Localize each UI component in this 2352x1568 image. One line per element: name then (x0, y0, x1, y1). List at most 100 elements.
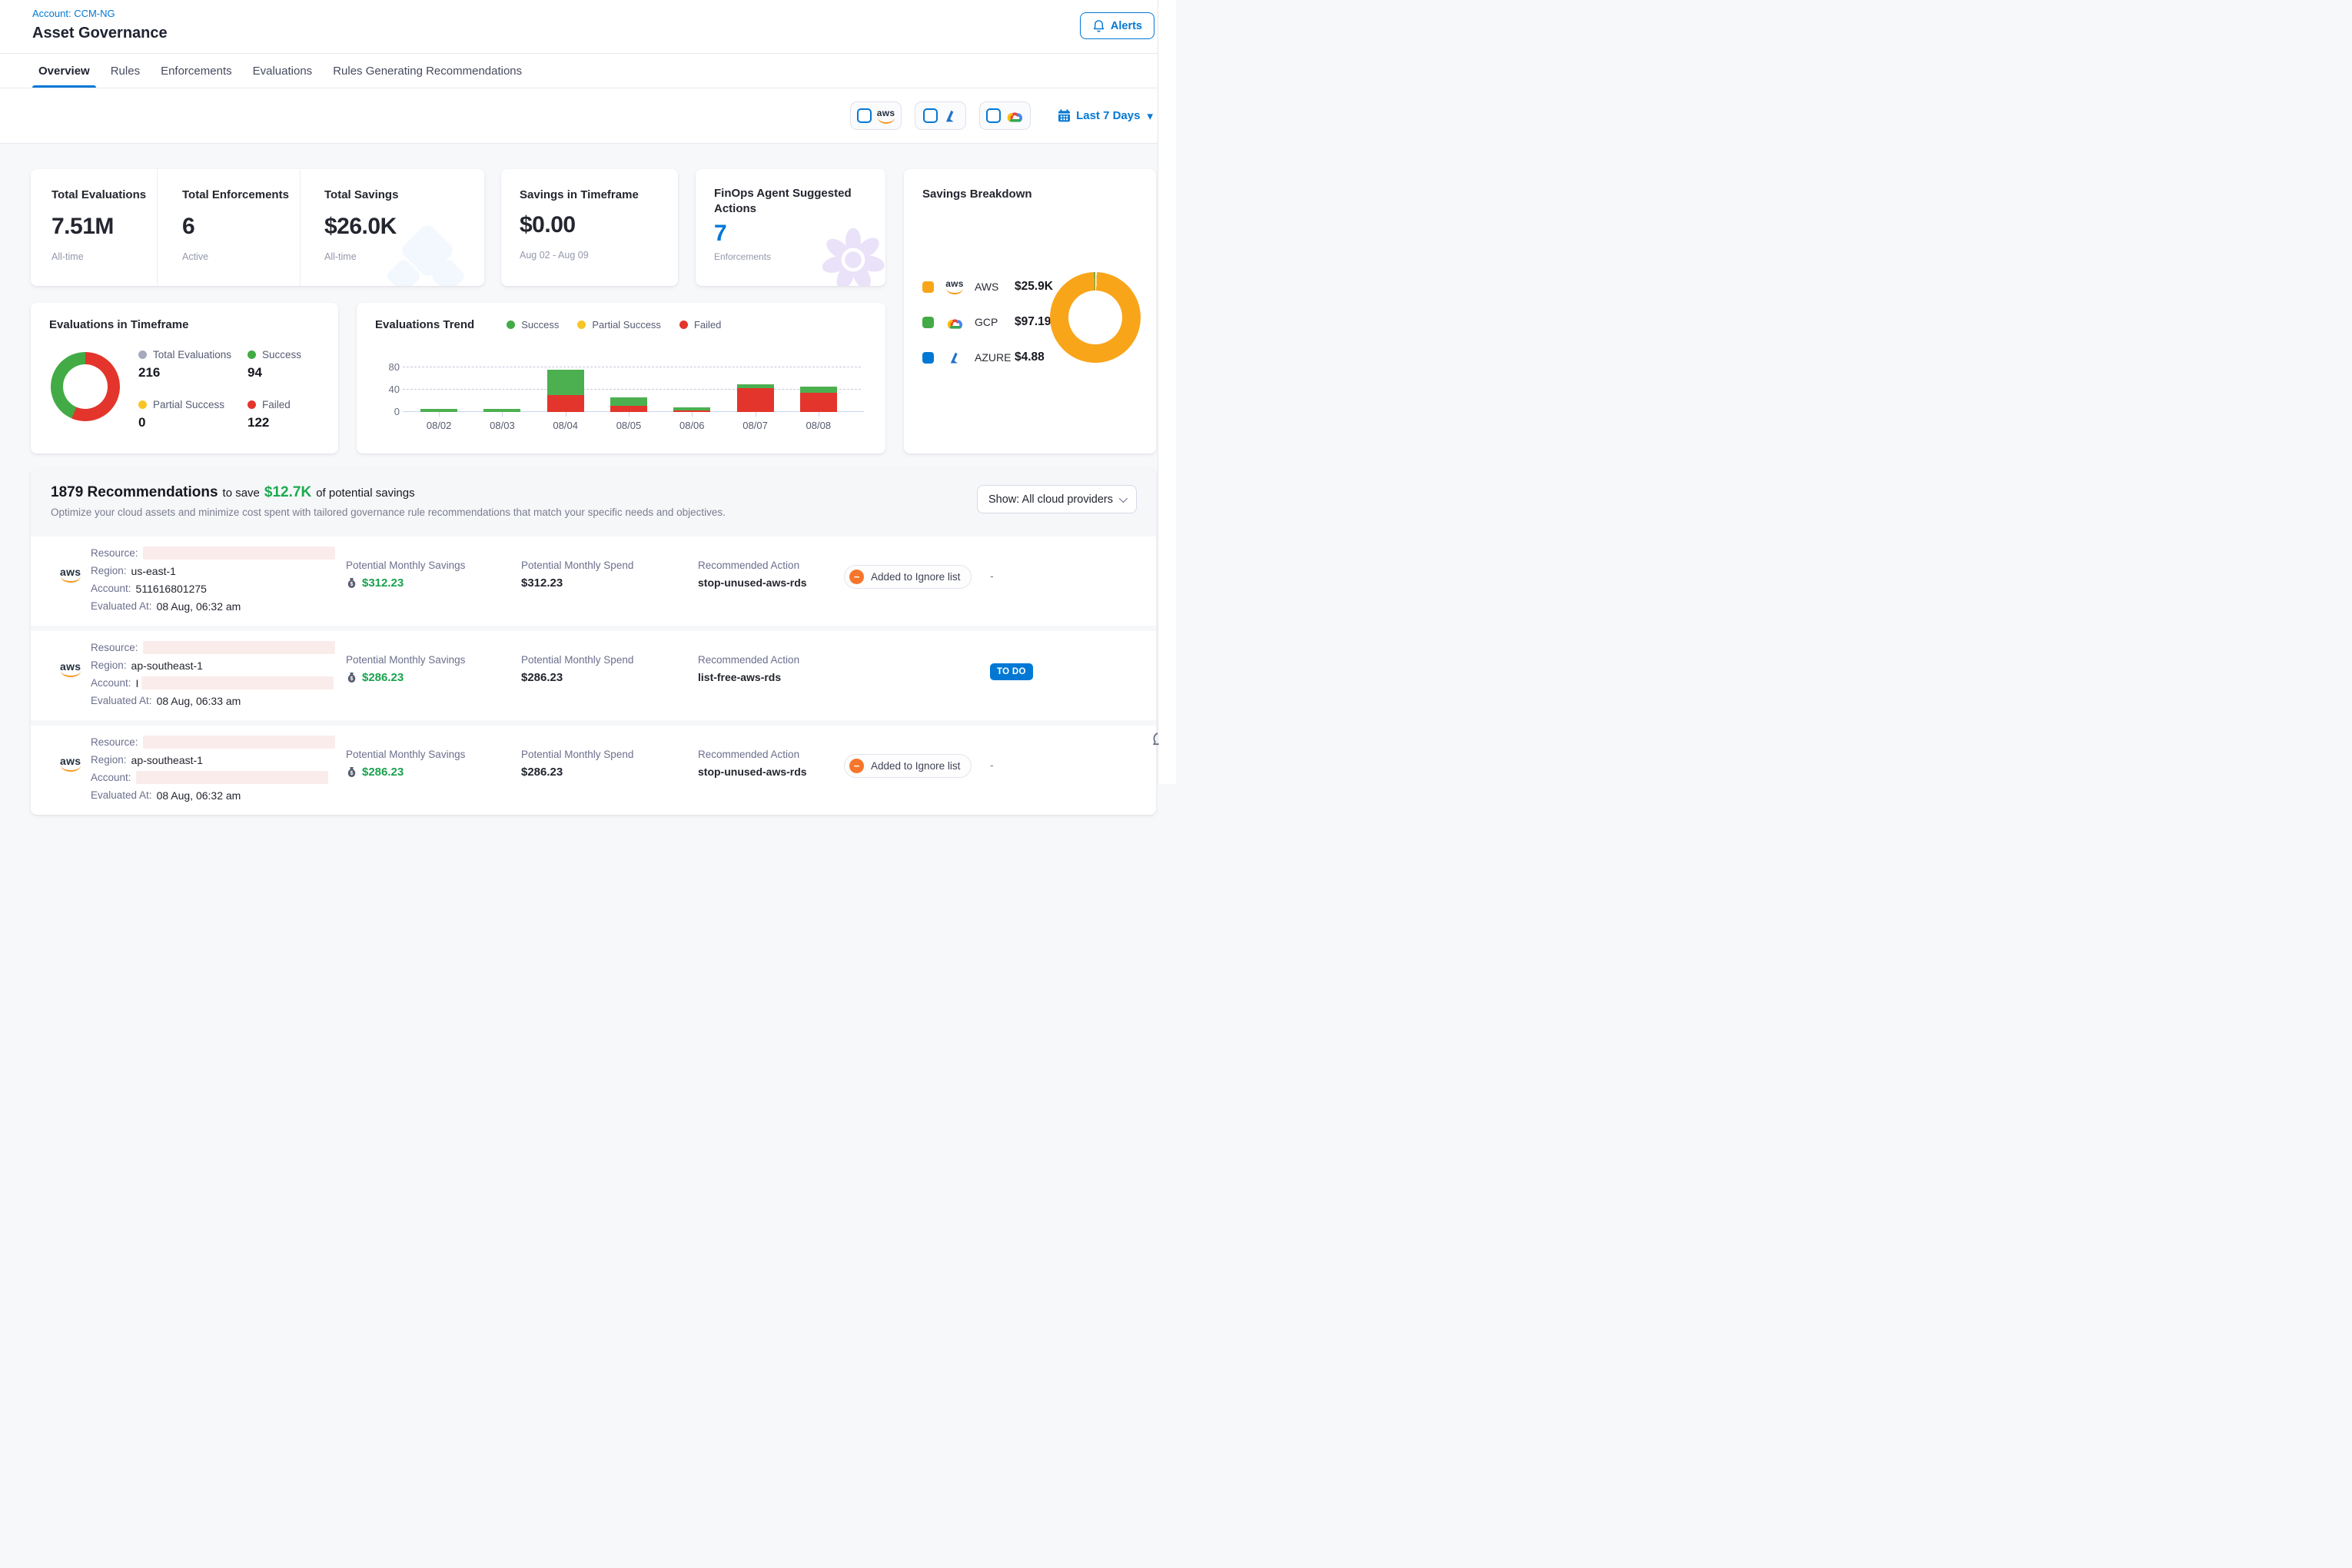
x-tick-label: 08/06 (660, 420, 723, 431)
trend-bar (597, 363, 660, 412)
recommendation-row[interactable]: aws Resource: Region:ap-southeast-1 Acco… (31, 726, 1156, 815)
legend-failed: Failed 122 (247, 399, 301, 430)
redacted-account (136, 771, 328, 784)
money-bag-icon: $ (346, 766, 357, 778)
tab-overview[interactable]: Overview (38, 54, 90, 88)
flower-watermark-icon (815, 224, 885, 286)
region-value: ap-southeast-1 (131, 754, 203, 766)
monthly-spend-value: $286.23 (521, 671, 563, 684)
total-savings-stat: Total Savings $26.0K All-time (301, 169, 484, 286)
x-tick-label: 08/05 (597, 420, 660, 431)
monthly-spend-value: $286.23 (521, 766, 563, 779)
redacted-resource (143, 641, 335, 654)
date-range-selector[interactable]: Last 7 Days ▾ (1058, 109, 1153, 123)
provider-filter-aws[interactable]: aws (850, 101, 902, 130)
redacted-resource (143, 546, 335, 560)
legend-total-evaluations: Total Evaluations 216 (138, 349, 247, 380)
gcp-checkbox[interactable] (986, 108, 1001, 123)
azure-logo-icon (943, 109, 958, 123)
tab-enforcements[interactable]: Enforcements (161, 54, 232, 88)
total-enforcements-stat: Total Enforcements 6 Active (158, 169, 301, 286)
savings-breakdown-card: Savings Breakdown aws AWS $25.9K GCP $97… (904, 169, 1156, 453)
redacted-account (141, 676, 334, 689)
aws-logo-icon: aws (60, 567, 81, 583)
recommendations-count: 1879 Recommendations (51, 484, 218, 501)
gcp-logo-icon (1006, 109, 1024, 122)
aws-color-swatch (922, 281, 934, 293)
monthly-savings-value: $ $286.23 (346, 671, 404, 684)
calendar-icon (1058, 109, 1071, 122)
recommendations-header: 1879 Recommendations to save $12.7K of p… (31, 469, 1156, 530)
evaluated-value: 08 Aug, 06:32 am (157, 789, 241, 802)
total-evaluations-stat: Total Evaluations 7.51M All-time (31, 169, 158, 286)
provider-filter-gcp[interactable] (979, 101, 1031, 130)
evaluations-legend: Total Evaluations 216 Success 94 Partial… (138, 349, 301, 430)
trend-bar (534, 363, 597, 412)
x-tick-label: 08/07 (723, 420, 786, 431)
monthly-spend-value: $312.23 (521, 576, 563, 590)
trend-bar (470, 363, 533, 412)
region-value: us-east-1 (131, 565, 176, 577)
bell-icon (1092, 19, 1105, 33)
partial-dot-icon (577, 321, 586, 329)
gcp-color-swatch (922, 317, 934, 328)
trend-legend: Success Partial Success Failed (507, 319, 721, 331)
trend-bar (407, 363, 470, 412)
chevron-down-icon: ▾ (1147, 109, 1153, 123)
trend-bar (723, 363, 786, 412)
partial-edge-icon (1151, 732, 1161, 749)
todo-badge[interactable]: TO DO (990, 663, 1033, 680)
legend-item-gcp: GCP $97.19 (922, 311, 1053, 334)
svg-text:$: $ (350, 771, 354, 776)
legend-partial-success: Partial Success 0 (138, 399, 247, 430)
savings-breakdown-legend: aws AWS $25.9K GCP $97.19 AZURE $4.88 (922, 275, 1053, 369)
x-tick-label: 08/04 (534, 420, 597, 431)
filter-bar: aws Last 7 Days ▾ (0, 88, 1176, 144)
tab-bar: Overview Rules Enforcements Evaluations … (0, 54, 1176, 88)
finops-agent-card: FinOps Agent Suggested Actions 7 Enforce… (696, 169, 885, 286)
recommended-action-value: list-free-aws-rds (698, 671, 781, 683)
success-dot-icon (507, 321, 515, 329)
evaluations-trend-card: Evaluations Trend Success Partial Succes… (357, 303, 885, 453)
recommendations-section: 1879 Recommendations to save $12.7K of p… (31, 469, 1156, 815)
account-value: 511616801275 (136, 583, 207, 595)
money-bag-icon: $ (346, 577, 357, 589)
x-tick-label: 08/03 (470, 420, 533, 431)
gem-watermark-icon (384, 223, 469, 286)
account-value: I (136, 677, 139, 689)
azure-checkbox[interactable] (923, 108, 938, 123)
recommendations-subtitle: Optimize your cloud assets and minimize … (51, 507, 1136, 518)
savings-timeframe-card: Savings in Timeframe $0.00 Aug 02 - Aug … (501, 169, 678, 286)
failed-dot-icon (679, 321, 688, 329)
recommendation-row[interactable]: aws Resource: Region:us-east-1 Account:5… (31, 537, 1156, 626)
ignore-list-badge[interactable]: − Added to Ignore list (844, 565, 972, 589)
legend-item-azure: AZURE $4.88 (922, 346, 1053, 369)
trend-bar (787, 363, 850, 412)
recommendation-row[interactable]: aws Resource: Region:ap-southeast-1 Acco… (31, 631, 1156, 720)
secondary-status-dash: - (990, 759, 994, 771)
secondary-status-dash: - (990, 570, 994, 582)
summary-stats-card: Total Evaluations 7.51M All-time Total E… (31, 169, 484, 286)
tab-evaluations[interactable]: Evaluations (253, 54, 313, 88)
success-dot-icon (247, 350, 256, 359)
minus-circle-icon: − (849, 759, 864, 773)
minus-circle-icon: − (849, 570, 864, 584)
tab-rules[interactable]: Rules (111, 54, 140, 88)
aws-logo-icon: aws (60, 756, 81, 772)
alerts-button[interactable]: Alerts (1080, 12, 1154, 39)
evaluated-value: 08 Aug, 06:33 am (157, 695, 241, 707)
money-bag-icon: $ (346, 672, 357, 683)
provider-filter-azure[interactable] (915, 101, 966, 130)
tab-rules-generating-recommendations[interactable]: Rules Generating Recommendations (333, 54, 522, 88)
x-tick-label: 08/02 (407, 420, 470, 431)
monthly-savings-value: $ $286.23 (346, 766, 404, 779)
aws-checkbox[interactable] (857, 108, 872, 123)
evaluations-donut-chart (51, 352, 120, 421)
scrollbar-track[interactable] (1158, 0, 1176, 784)
gcp-logo-icon (946, 316, 964, 329)
ignore-list-badge[interactable]: − Added to Ignore list (844, 754, 972, 778)
cloud-provider-filter-dropdown[interactable]: Show: All cloud providers (977, 485, 1137, 513)
azure-color-swatch (922, 352, 934, 364)
account-breadcrumb[interactable]: Account: CCM-NG (32, 8, 1176, 19)
x-tick-label: 08/08 (787, 420, 850, 431)
